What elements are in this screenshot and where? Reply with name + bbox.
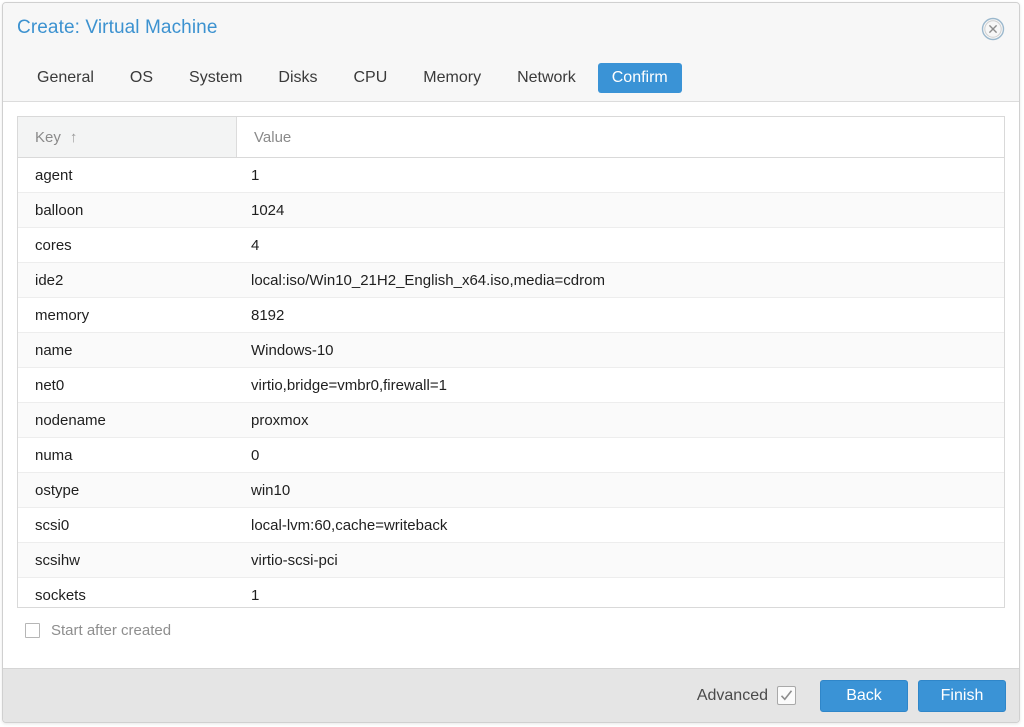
cell-value: win10 [251, 481, 291, 499]
wizard-tabbar: General OS System Disks CPU Memory Netwo… [3, 55, 1019, 102]
tab-cpu[interactable]: CPU [340, 63, 402, 93]
sort-ascending-icon: ↑ [69, 128, 78, 146]
create-vm-dialog: Create: Virtual Machine General OS Syste… [2, 2, 1020, 723]
advanced-checkbox[interactable] [777, 686, 796, 705]
start-after-created-label[interactable]: Start after created [51, 622, 171, 639]
column-header-key[interactable]: Key ↑ [18, 117, 237, 157]
table-row[interactable]: net0 virtio,bridge=vmbr0,firewall=1 [18, 368, 1004, 403]
cell-key: cores [35, 236, 72, 254]
cell-value: 1 [251, 586, 260, 604]
cell-key: ostype [35, 481, 80, 499]
config-summary-grid: Key ↑ Value agent 1 balloon 1024 cores 4… [17, 116, 1005, 608]
cell-value: local:iso/Win10_21H2_English_x64.iso,med… [251, 271, 605, 289]
cell-value: Windows-10 [251, 341, 334, 359]
cell-value: 1024 [251, 201, 285, 219]
table-row[interactable]: sockets 1 [18, 578, 1004, 607]
grid-header-row: Key ↑ Value [18, 117, 1004, 158]
cell-key: ide2 [35, 271, 64, 289]
cell-key: agent [35, 166, 73, 184]
close-circle-icon[interactable] [981, 17, 1005, 41]
table-row[interactable]: agent 1 [18, 158, 1004, 193]
tab-network[interactable]: Network [503, 63, 590, 93]
table-row[interactable]: cores 4 [18, 228, 1004, 263]
cell-key: scsihw [35, 551, 81, 569]
start-after-created-row: Start after created [17, 608, 1005, 652]
table-row[interactable]: memory 8192 [18, 298, 1004, 333]
tab-confirm[interactable]: Confirm [597, 63, 682, 93]
grid-rows: agent 1 balloon 1024 cores 4 ide2 local:… [18, 158, 1004, 607]
cell-key: scsi0 [35, 516, 70, 534]
tab-general[interactable]: General [23, 63, 108, 93]
table-row[interactable]: numa 0 [18, 438, 1004, 473]
tab-os[interactable]: OS [116, 63, 167, 93]
cell-key: sockets [35, 586, 86, 604]
dialog-body: Key ↑ Value agent 1 balloon 1024 cores 4… [3, 102, 1019, 668]
table-row[interactable]: name Windows-10 [18, 333, 1004, 368]
table-row[interactable]: scsi0 local-lvm:60,cache=writeback [18, 508, 1004, 543]
tab-disks[interactable]: Disks [264, 63, 331, 93]
cell-value: 4 [251, 236, 260, 254]
cell-key: balloon [35, 201, 84, 219]
cell-key: net0 [35, 376, 65, 394]
finish-button[interactable]: Finish [918, 679, 1006, 712]
tab-memory[interactable]: Memory [409, 63, 495, 93]
cell-key: nodename [35, 411, 106, 429]
table-row[interactable]: nodename proxmox [18, 403, 1004, 438]
advanced-label: Advanced [696, 686, 768, 704]
cell-value: local-lvm:60,cache=writeback [251, 516, 448, 534]
cell-key: name [35, 341, 73, 359]
cell-key: numa [35, 446, 73, 464]
cell-value: proxmox [251, 411, 309, 429]
column-header-value-label: Value [254, 128, 292, 146]
cell-value: 1 [251, 166, 260, 184]
dialog-title: Create: Virtual Machine [17, 17, 218, 38]
table-row[interactable]: balloon 1024 [18, 193, 1004, 228]
cell-key: memory [35, 306, 90, 324]
dialog-titlebar: Create: Virtual Machine [3, 3, 1019, 55]
cell-value: 0 [251, 446, 260, 464]
cell-value: virtio-scsi-pci [251, 551, 338, 569]
dialog-footer: Advanced Back Finish [3, 668, 1019, 722]
table-row[interactable]: ostype win10 [18, 473, 1004, 508]
cell-value: virtio,bridge=vmbr0,firewall=1 [251, 376, 447, 394]
tab-system[interactable]: System [175, 63, 256, 93]
table-row[interactable]: ide2 local:iso/Win10_21H2_English_x64.is… [18, 263, 1004, 298]
back-button[interactable]: Back [820, 679, 908, 712]
column-header-value[interactable]: Value [237, 117, 1004, 157]
column-header-key-label: Key [35, 128, 61, 146]
start-after-created-checkbox[interactable] [25, 622, 40, 638]
cell-value: 8192 [251, 306, 285, 324]
table-row[interactable]: scsihw virtio-scsi-pci [18, 543, 1004, 578]
